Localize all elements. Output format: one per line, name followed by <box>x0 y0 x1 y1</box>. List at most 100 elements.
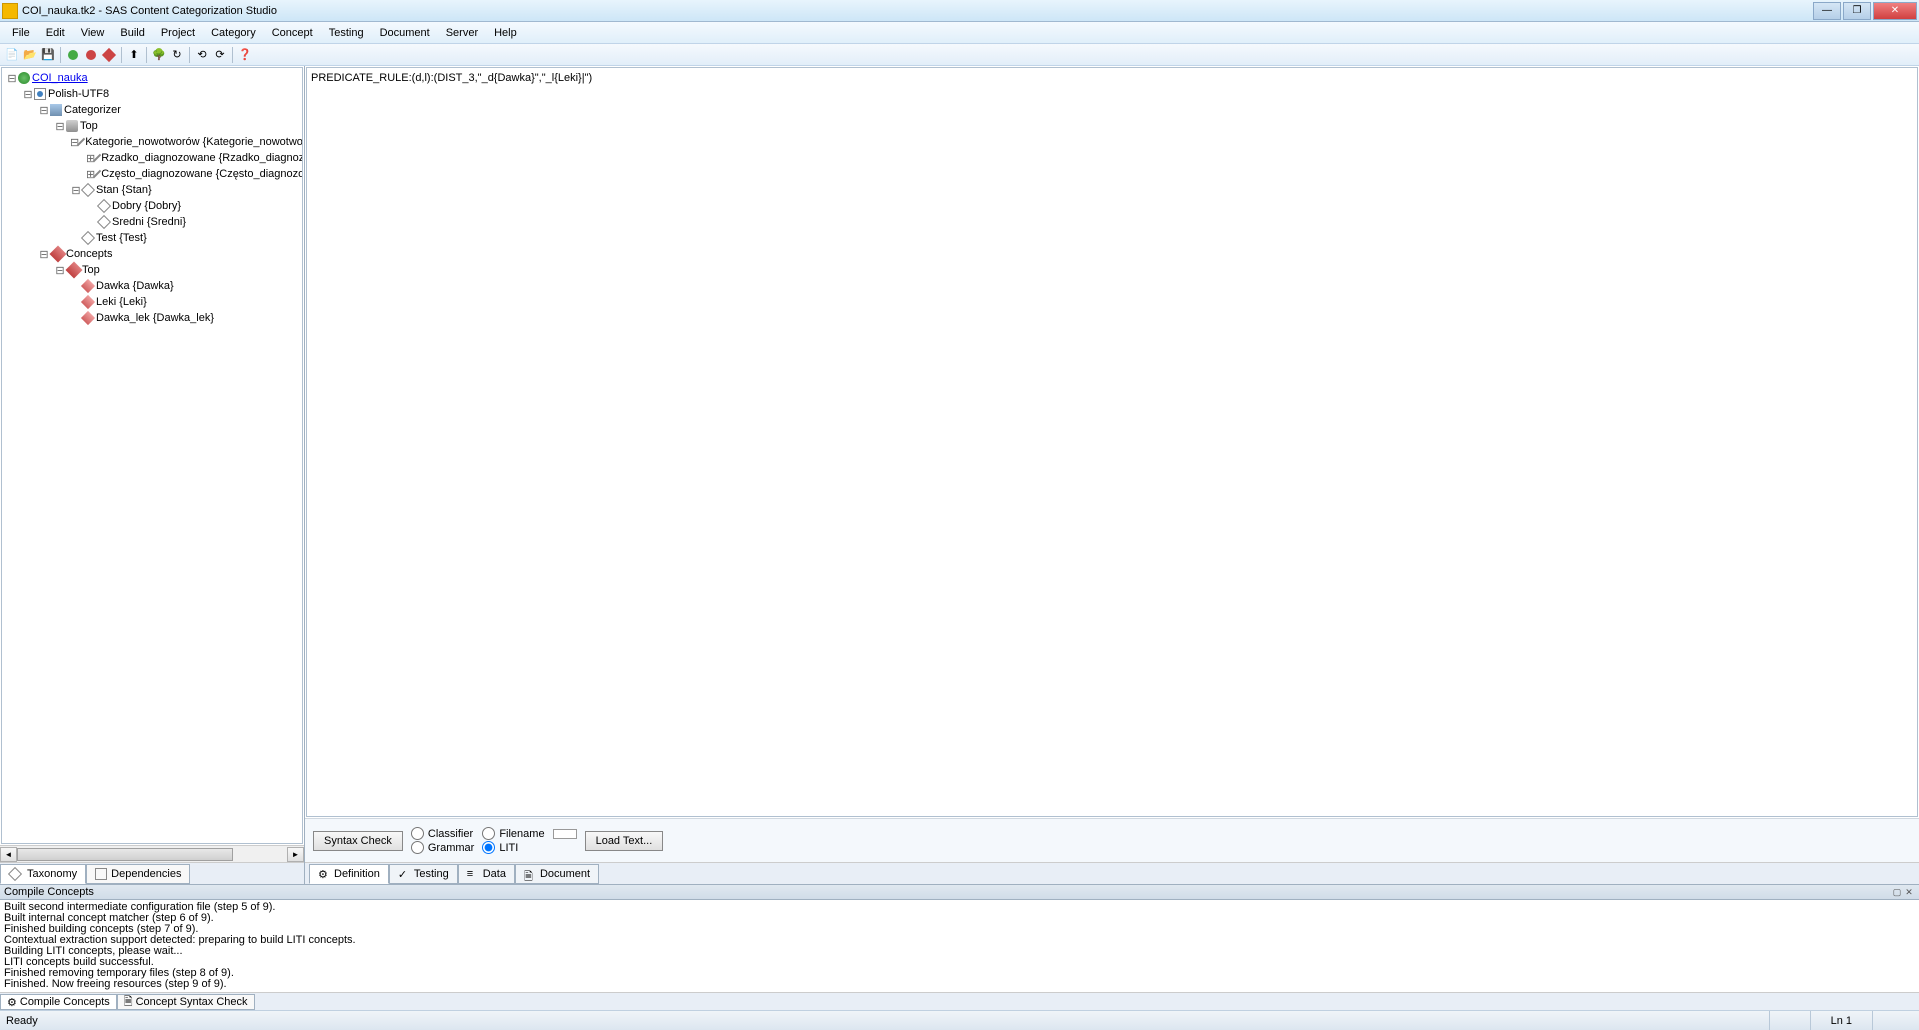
tree-item[interactable]: ⊞Rzadko_diagnozowane {Rzadko_diagnozowan… <box>4 150 300 166</box>
stop-icon[interactable] <box>101 47 117 63</box>
status-empty <box>1769 1011 1810 1030</box>
radio-classifier[interactable]: Classifier <box>411 827 474 840</box>
doc-icon <box>95 868 107 880</box>
lang-icon <box>34 88 46 100</box>
menu-category[interactable]: Category <box>203 25 264 41</box>
tree-test[interactable]: Test {Test} <box>4 230 300 246</box>
console-header: Compile Concepts ▢ ✕ <box>0 884 1919 900</box>
radio-grammar[interactable]: Grammar <box>411 841 474 854</box>
forward-icon[interactable]: ⟳ <box>212 47 228 63</box>
tree-categorizer[interactable]: ⊟Categorizer <box>4 102 300 118</box>
separator <box>60 47 61 63</box>
back-icon[interactable]: ⟲ <box>194 47 210 63</box>
item-icon <box>97 215 111 229</box>
console-pin-icon[interactable]: ▢ <box>1891 886 1903 898</box>
console-close-icon[interactable]: ✕ <box>1903 886 1915 898</box>
maximize-button[interactable]: ❐ <box>1843 2 1871 20</box>
tree-item[interactable]: Leki {Leki} <box>4 294 300 310</box>
radio-group-1: Classifier Grammar <box>411 827 474 854</box>
globe-icon <box>18 72 30 84</box>
close-button[interactable]: ✕ <box>1873 2 1917 20</box>
tab-compile-concepts[interactable]: ⚙Compile Concepts <box>0 994 117 1010</box>
radio-filename[interactable]: Filename <box>482 827 576 840</box>
doc-icon: 🗎 <box>124 993 133 1012</box>
upload-icon[interactable]: ⬆ <box>126 47 142 63</box>
code-editor[interactable]: PREDICATE_RULE:(d,l):(DIST_3,"_d{Dawka}"… <box>306 67 1918 817</box>
menu-server[interactable]: Server <box>438 25 486 41</box>
tab-definition[interactable]: ⚙Definition <box>309 864 389 884</box>
top-icon <box>66 120 78 132</box>
top-icon <box>66 262 83 279</box>
tree-con-top[interactable]: ⊟Top <box>4 262 300 278</box>
status-ready: Ready <box>6 1015 38 1027</box>
window-title: COI_nauka.tk2 - SAS Content Categorizati… <box>22 5 1811 17</box>
menu-build[interactable]: Build <box>112 25 152 41</box>
tab-taxonomy[interactable]: Taxonomy <box>0 864 86 884</box>
scroll-left-icon[interactable]: ◄ <box>0 847 17 862</box>
tab-syntax-check[interactable]: 🗎Concept Syntax Check <box>117 994 255 1010</box>
tab-dependencies[interactable]: Dependencies <box>86 864 190 884</box>
tree-item[interactable]: ⊞Często_diagnozowane {Często_diagnozowan… <box>4 166 300 182</box>
console-line: Building LITI concepts, please wait... <box>4 946 1915 957</box>
menu-concept[interactable]: Concept <box>264 25 321 41</box>
data-icon: ≡ <box>467 868 479 880</box>
save-icon[interactable]: 💾 <box>40 47 56 63</box>
definition-icon: ⚙ <box>318 868 330 880</box>
app-icon <box>2 3 18 19</box>
menu-help[interactable]: Help <box>486 25 525 41</box>
new-icon[interactable]: 📄 <box>4 47 20 63</box>
left-tabs: Taxonomy Dependencies <box>0 862 304 884</box>
concepts-icon <box>50 246 67 263</box>
titlebar: COI_nauka.tk2 - SAS Content Categorizati… <box>0 0 1919 22</box>
scroll-track[interactable] <box>17 847 287 862</box>
resize-grip-icon[interactable] <box>1872 1011 1913 1030</box>
filename-field[interactable] <box>553 829 577 839</box>
syntax-check-button[interactable]: Syntax Check <box>313 831 403 851</box>
gear-icon: ⚙ <box>7 996 17 1009</box>
load-text-button[interactable]: Load Text... <box>585 831 664 851</box>
tree-lang[interactable]: ⊟Polish-UTF8 <box>4 86 300 102</box>
tab-data[interactable]: ≡Data <box>458 864 515 884</box>
open-icon[interactable]: 📂 <box>22 47 38 63</box>
tree-item[interactable]: Dawka_lek {Dawka_lek} <box>4 310 300 326</box>
scroll-right-icon[interactable]: ► <box>287 847 304 862</box>
menu-edit[interactable]: Edit <box>38 25 73 41</box>
menu-view[interactable]: View <box>73 25 113 41</box>
tree-item[interactable]: Dobry {Dobry} <box>4 198 300 214</box>
tree-root[interactable]: ⊟COI_nauka <box>4 70 300 86</box>
menu-document[interactable]: Document <box>372 25 438 41</box>
help-icon[interactable]: ❓ <box>237 47 253 63</box>
window-controls: — ❐ ✕ <box>1811 2 1917 20</box>
document-icon: 🗎 <box>524 868 536 880</box>
menu-testing[interactable]: Testing <box>321 25 372 41</box>
menubar: File Edit View Build Project Category Co… <box>0 22 1919 44</box>
tree-item[interactable]: ⊟Kategorie_nowotworów {Kategorie_nowotwo… <box>4 134 300 150</box>
tab-testing[interactable]: ✓Testing <box>389 864 458 884</box>
tree-item[interactable]: Dawka {Dawka} <box>4 278 300 294</box>
scroll-thumb[interactable] <box>17 848 233 861</box>
categorizer-icon <box>50 104 62 116</box>
separator <box>189 47 190 63</box>
console-line: Finished. Now freeing resources (step 9 … <box>4 979 1915 990</box>
refresh-icon[interactable]: ↻ <box>169 47 185 63</box>
minimize-button[interactable]: — <box>1813 2 1841 20</box>
console-line: Built second intermediate configuration … <box>4 902 1915 913</box>
console-output[interactable]: Built second intermediate configuration … <box>0 900 1919 992</box>
menu-project[interactable]: Project <box>153 25 203 41</box>
console-line: Finished removing temporary files (step … <box>4 968 1915 979</box>
tree-icon[interactable]: 🌳 <box>151 47 167 63</box>
tree-cat-top[interactable]: ⊟Top <box>4 118 300 134</box>
build-green-icon[interactable] <box>65 47 81 63</box>
build-red-icon[interactable] <box>83 47 99 63</box>
tree-item[interactable]: Sredni {Sredni} <box>4 214 300 230</box>
tree-stan[interactable]: ⊟Stan {Stan} <box>4 182 300 198</box>
tree-concepts[interactable]: ⊟Concepts <box>4 246 300 262</box>
tab-document[interactable]: 🗎Document <box>515 864 599 884</box>
horizontal-scrollbar[interactable]: ◄ ► <box>0 845 304 862</box>
console-line: LITI concepts build successful. <box>4 957 1915 968</box>
console-title: Compile Concepts <box>4 886 94 898</box>
radio-liti[interactable]: LITI <box>482 841 576 854</box>
menu-file[interactable]: File <box>4 25 38 41</box>
tree-view[interactable]: ⊟COI_nauka ⊟Polish-UTF8 ⊟Categorizer ⊟To… <box>1 67 303 844</box>
concept-icon <box>81 295 95 309</box>
